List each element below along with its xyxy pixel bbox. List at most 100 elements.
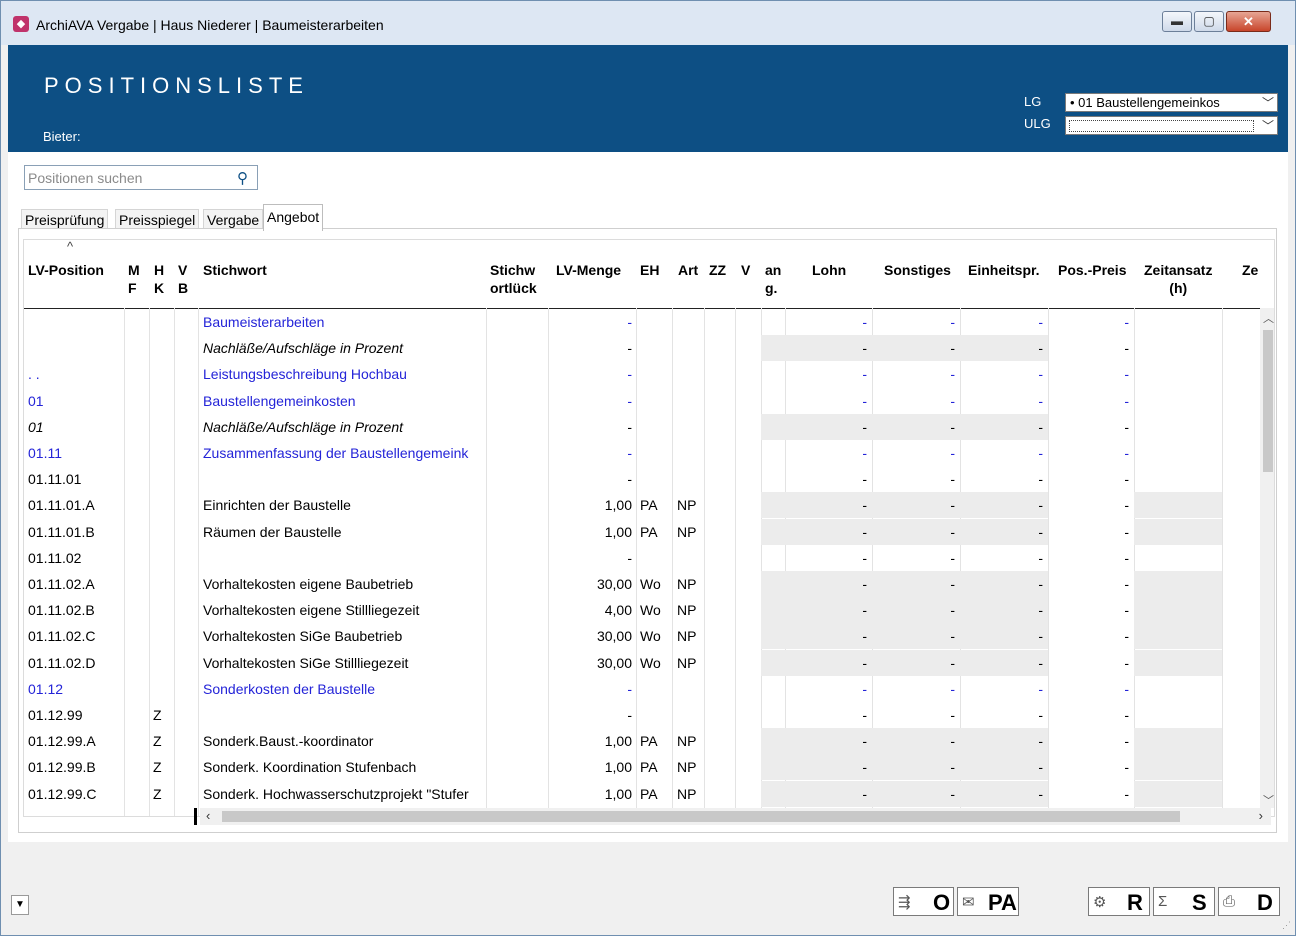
cell-einheitspreis[interactable]: - <box>960 361 1043 387</box>
cell-eh[interactable]: Wo <box>640 623 670 649</box>
cell-hk[interactable] <box>153 545 167 571</box>
cell-pos-preis[interactable]: - <box>1048 702 1129 728</box>
cell-lohn[interactable]: - <box>785 754 867 780</box>
cell-art[interactable] <box>677 388 703 414</box>
cell-pos-preis[interactable]: - <box>1048 414 1129 440</box>
cell-sonstiges[interactable]: - <box>872 388 955 414</box>
cell-eh[interactable] <box>640 466 670 492</box>
col-lohn[interactable]: Lohn <box>812 261 846 279</box>
col-ang[interactable]: an g. <box>765 261 781 297</box>
cell-lv-menge[interactable]: - <box>548 545 632 571</box>
cell-lohn[interactable]: - <box>785 519 867 545</box>
cell-eh[interactable] <box>640 309 670 335</box>
cell-pos-preis[interactable]: - <box>1048 519 1129 545</box>
cell-einheitspreis[interactable]: - <box>960 676 1043 702</box>
cell-lohn[interactable]: - <box>785 545 867 571</box>
cell-pos-preis[interactable]: - <box>1048 650 1129 676</box>
maximize-button[interactable]: ▢ <box>1194 11 1224 32</box>
col-vb[interactable]: V B <box>178 261 188 297</box>
cell-stichwort[interactable]: Leistungsbeschreibung Hochbau <box>203 361 483 387</box>
table-row[interactable]: 01 Baustellengemeinkosten - - - - - <box>24 388 1274 414</box>
cell-einheitspreis[interactable]: - <box>960 728 1043 754</box>
cell-eh[interactable]: PA <box>640 754 670 780</box>
cell-hk[interactable] <box>153 309 167 335</box>
ulg-select[interactable]: ﹀ <box>1065 116 1278 135</box>
cell-lv-position[interactable]: 01.12.99.B <box>28 754 122 780</box>
cell-lv-position[interactable]: 01 <box>28 414 122 440</box>
col-pos-preis[interactable]: Pos.-Preis <box>1058 261 1126 279</box>
cell-lv-position[interactable]: 01.11 <box>28 440 122 466</box>
cell-einheitspreis[interactable]: - <box>960 781 1043 807</box>
horizontal-scrollbar[interactable]: ‹ › <box>194 808 1271 825</box>
cell-lv-menge[interactable]: - <box>548 676 632 702</box>
cell-lv-position[interactable]: 01 <box>28 388 122 414</box>
cell-lohn[interactable]: - <box>785 361 867 387</box>
cell-pos-preis[interactable]: - <box>1048 309 1129 335</box>
col-stichwort[interactable]: Stichwort <box>203 261 267 279</box>
cell-lv-position[interactable]: 01.11.02.D <box>28 650 122 676</box>
cell-sonstiges[interactable]: - <box>872 728 955 754</box>
cell-sonstiges[interactable]: - <box>872 754 955 780</box>
cell-lv-position[interactable]: 01.11.02 <box>28 545 122 571</box>
cell-lv-menge[interactable]: - <box>548 414 632 440</box>
cell-hk[interactable] <box>153 650 167 676</box>
col-hk[interactable]: H K <box>154 261 164 297</box>
cell-lohn[interactable]: - <box>785 335 867 361</box>
cell-lv-menge[interactable]: 1,00 <box>548 728 632 754</box>
cell-einheitspreis[interactable]: - <box>960 702 1043 728</box>
cell-pos-preis[interactable]: - <box>1048 597 1129 623</box>
cell-lv-position[interactable]: 01.11.02.A <box>28 571 122 597</box>
cell-einheitspreis[interactable]: - <box>960 388 1043 414</box>
cell-pos-preis[interactable]: - <box>1048 781 1129 807</box>
cell-hk[interactable] <box>153 361 167 387</box>
cell-lohn[interactable]: - <box>785 728 867 754</box>
cell-art[interactable] <box>677 545 703 571</box>
d-button[interactable]: ⎙ D <box>1218 887 1280 916</box>
cell-eh[interactable]: PA <box>640 519 670 545</box>
cell-stichwort[interactable]: Nachläße/Aufschläge in Prozent <box>203 414 483 440</box>
cell-sonstiges[interactable]: - <box>872 545 955 571</box>
cell-art[interactable]: NP <box>677 519 703 545</box>
vertical-scroll-thumb[interactable] <box>1263 330 1273 472</box>
cell-lv-menge[interactable]: 30,00 <box>548 623 632 649</box>
cell-sonstiges[interactable]: - <box>872 414 955 440</box>
cell-lohn[interactable]: - <box>785 702 867 728</box>
cell-art[interactable] <box>677 361 703 387</box>
cell-lohn[interactable]: - <box>785 414 867 440</box>
tab-vergabe[interactable]: Vergabe <box>203 209 264 230</box>
cell-lohn[interactable]: - <box>785 440 867 466</box>
table-row[interactable]: 01.11.01- - - - - <box>24 466 1274 492</box>
cell-sonstiges[interactable]: - <box>872 466 955 492</box>
table-row[interactable]: Nachläße/Aufschläge in Prozent - - - - - <box>24 335 1274 362</box>
cell-hk[interactable] <box>153 623 167 649</box>
col-v[interactable]: V <box>741 261 750 279</box>
cell-stichwort[interactable]: Sonderk. Hochwasserschutzprojekt "Stufer <box>203 781 483 807</box>
cell-lv-menge[interactable]: 30,00 <box>548 650 632 676</box>
cell-eh[interactable] <box>640 388 670 414</box>
scroll-down-icon[interactable]: ﹀ <box>1263 792 1274 808</box>
cell-sonstiges[interactable]: - <box>872 623 955 649</box>
cell-hk[interactable]: Z <box>153 728 167 754</box>
col-ze[interactable]: Ze <box>1242 261 1258 279</box>
horizontal-scroll-thumb[interactable] <box>222 811 1180 822</box>
table-row[interactable]: 01.11.02- - - - - <box>24 545 1274 571</box>
cell-einheitspreis[interactable]: - <box>960 623 1043 649</box>
cell-pos-preis[interactable]: - <box>1048 571 1129 597</box>
cell-einheitspreis[interactable]: - <box>960 519 1043 545</box>
cell-lohn[interactable]: - <box>785 623 867 649</box>
cell-pos-preis[interactable]: - <box>1048 728 1129 754</box>
lg-select[interactable]: • 01 Baustellengemeinkos ﹀ <box>1065 93 1278 112</box>
cell-lv-menge[interactable]: 1,00 <box>548 781 632 807</box>
cell-lv-menge[interactable]: - <box>548 702 632 728</box>
table-row[interactable]: 01 Nachläße/Aufschläge in Prozent - - - - - <box>24 413 1274 440</box>
cell-pos-preis[interactable]: - <box>1048 466 1129 492</box>
cell-einheitspreis[interactable]: - <box>960 597 1043 623</box>
cell-art[interactable] <box>677 414 703 440</box>
cell-hk[interactable] <box>153 519 167 545</box>
cell-sonstiges[interactable]: - <box>872 597 955 623</box>
cell-art[interactable]: NP <box>677 597 703 623</box>
col-eh[interactable]: EH <box>640 261 659 279</box>
cell-eh[interactable] <box>640 361 670 387</box>
cell-art[interactable] <box>677 702 703 728</box>
cell-lv-position[interactable] <box>28 309 122 335</box>
